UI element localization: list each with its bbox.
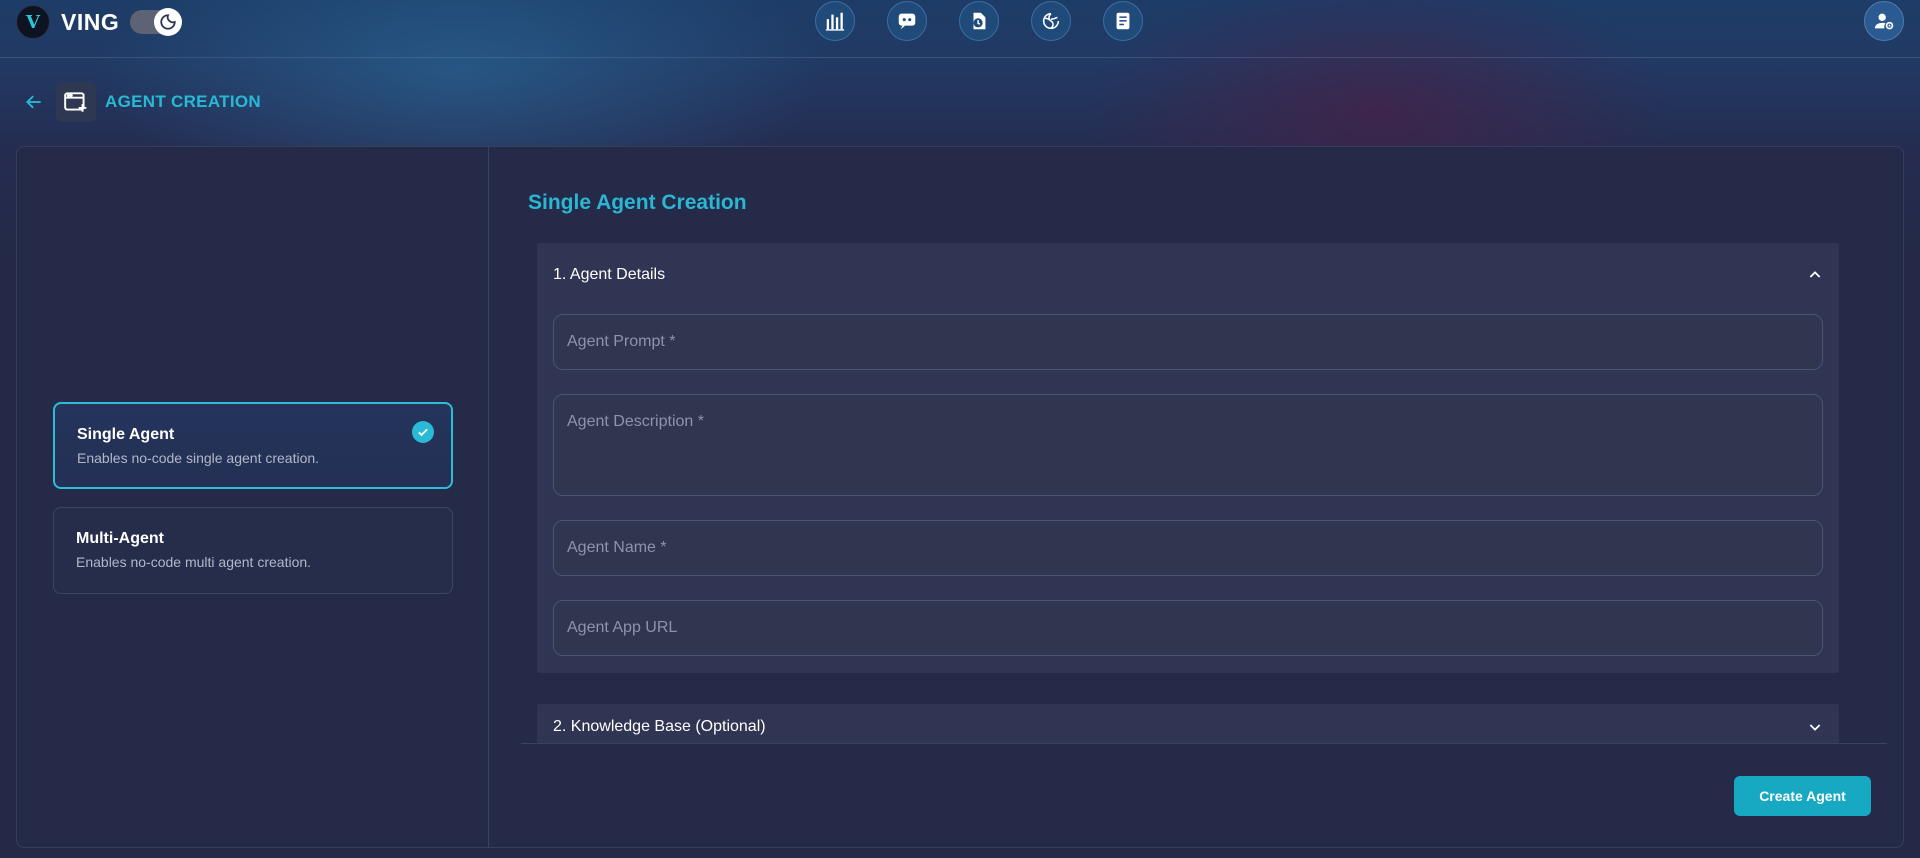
- agent-window-icon: [56, 82, 96, 122]
- logo[interactable]: V: [16, 5, 50, 39]
- check-circle-icon: [412, 421, 434, 443]
- agent-description-input[interactable]: Agent Description *: [553, 394, 1823, 496]
- document-icon[interactable]: [1103, 1, 1143, 41]
- agent-prompt-input[interactable]: Agent Prompt *: [553, 314, 1823, 370]
- single-agent-option[interactable]: Single Agent Enables no-code single agen…: [53, 402, 453, 489]
- agent-name-input[interactable]: Agent Name *: [553, 520, 1823, 576]
- top-bar: V VING: [0, 0, 1920, 58]
- app-name: VING: [61, 8, 120, 35]
- back-arrow-icon[interactable]: [24, 91, 46, 113]
- user-settings-icon[interactable]: [1864, 1, 1904, 41]
- create-agent-button[interactable]: Create Agent: [1734, 776, 1871, 816]
- panel-divider: [488, 147, 489, 847]
- agent-chat-icon[interactable]: [887, 1, 927, 41]
- logo-letter: V: [26, 11, 40, 33]
- brand: V VING: [16, 5, 119, 39]
- agent-creation-panel: Single Agent Enables no-code single agen…: [16, 146, 1904, 848]
- agent-details-section: 1. Agent Details Agent Prompt * Agent De…: [537, 243, 1839, 673]
- page-header: AGENT CREATION: [24, 82, 261, 122]
- brain-icon[interactable]: [1031, 1, 1071, 41]
- main-nav: [815, 1, 1175, 41]
- knowledge-base-label: 2. Knowledge Base (Optional): [553, 718, 766, 735]
- knowledge-base-header[interactable]: 2. Knowledge Base (Optional): [553, 704, 1823, 743]
- agent-details-label: 1. Agent Details: [553, 266, 666, 283]
- single-agent-description: Enables no-code single agent creation.: [77, 450, 320, 466]
- page-title: AGENT CREATION: [105, 92, 261, 111]
- form-footer-divider: [521, 743, 1887, 744]
- single-agent-title: Single Agent: [77, 426, 175, 443]
- theme-toggle[interactable]: [130, 8, 182, 36]
- agent-app-url-input[interactable]: Agent App URL: [553, 600, 1823, 656]
- multi-agent-option[interactable]: Multi-Agent Enables no-code multi agent …: [53, 507, 453, 594]
- multi-agent-title: Multi-Agent: [76, 530, 164, 547]
- chevron-down-icon: [1809, 724, 1821, 731]
- agent-details-header[interactable]: 1. Agent Details: [553, 243, 1823, 307]
- timer-icon[interactable]: [959, 1, 999, 41]
- multi-agent-description: Enables no-code multi agent creation.: [76, 554, 312, 570]
- form-title: Single Agent Creation: [528, 191, 747, 214]
- chevron-up-icon: [1809, 271, 1821, 278]
- analytics-icon[interactable]: [815, 1, 855, 41]
- moon-icon: [154, 8, 182, 36]
- knowledge-base-section: 2. Knowledge Base (Optional): [537, 704, 1839, 743]
